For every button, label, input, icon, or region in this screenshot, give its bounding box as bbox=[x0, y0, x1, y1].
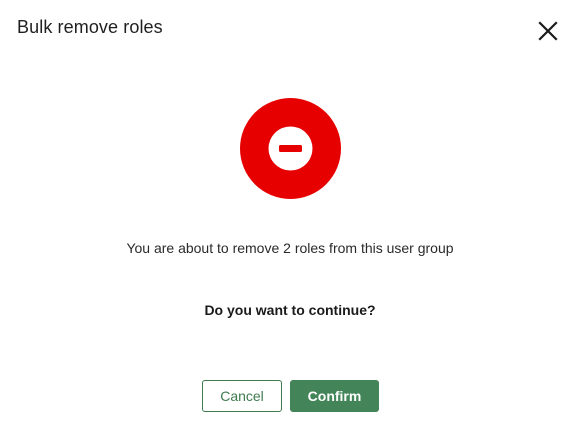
confirmation-message: You are about to remove 2 roles from thi… bbox=[126, 240, 454, 256]
remove-circle-icon bbox=[240, 98, 341, 199]
dialog-title: Bulk remove roles bbox=[17, 17, 163, 37]
confirm-button[interactable]: Confirm bbox=[290, 380, 379, 412]
bulk-remove-roles-dialog: Bulk remove roles You are about to remov… bbox=[0, 0, 580, 428]
close-button[interactable] bbox=[536, 19, 560, 43]
cancel-button[interactable]: Cancel bbox=[202, 380, 282, 412]
close-icon bbox=[536, 19, 560, 43]
continue-question: Do you want to continue? bbox=[204, 302, 376, 318]
